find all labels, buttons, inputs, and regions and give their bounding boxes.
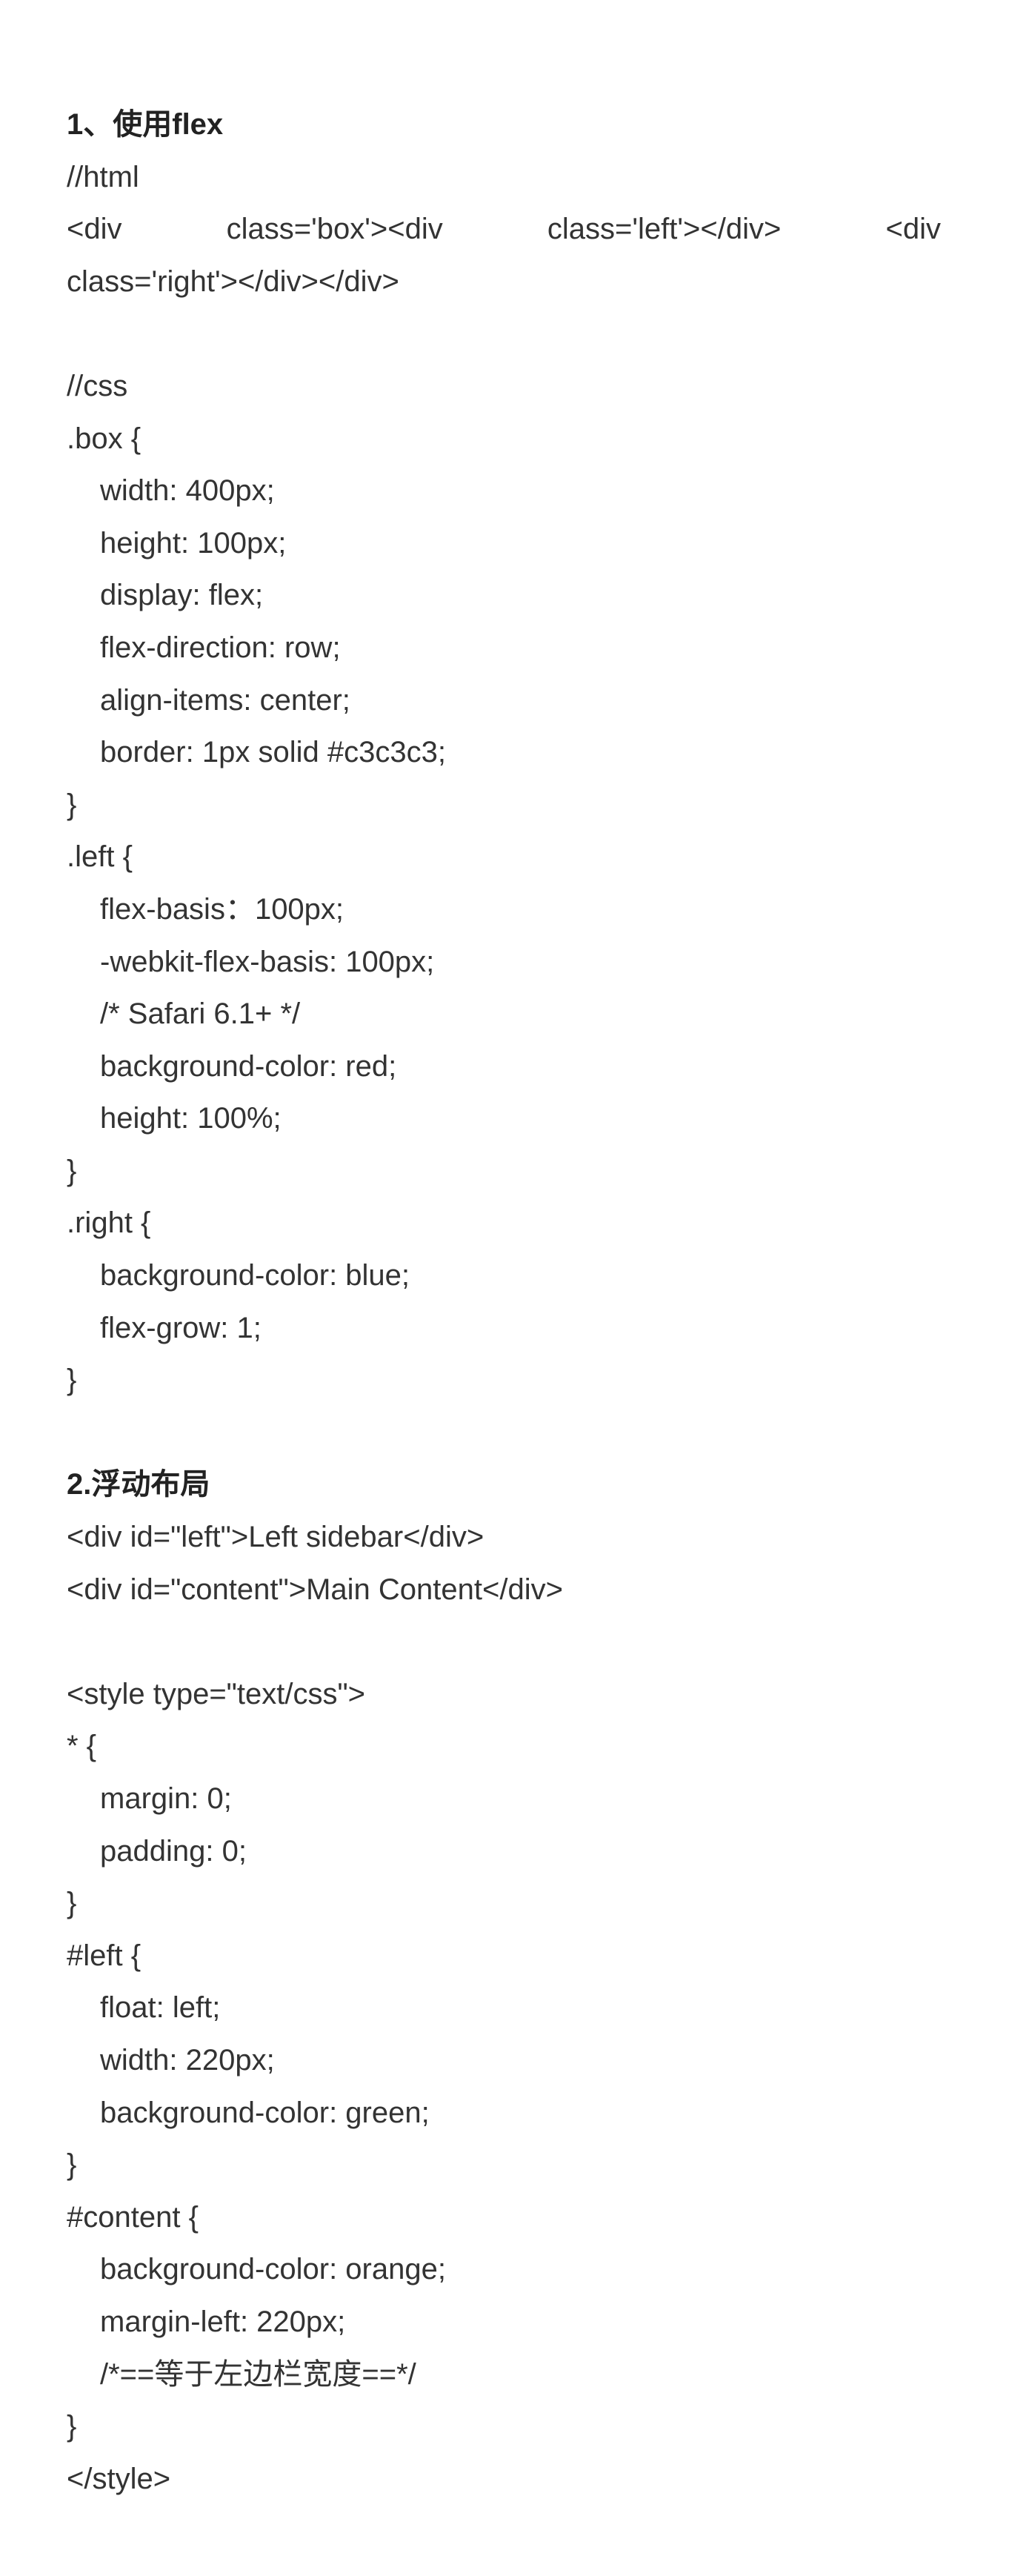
section-1-heading: 1、使用flex	[67, 108, 224, 141]
html-code-line-1: <div class='box'><div class='left'></div…	[67, 203, 941, 256]
html-code-line: <div id="left">Left sidebar</div>	[67, 1521, 484, 1554]
css-declaration: background-color: red;	[100, 1049, 397, 1083]
style-tag-open: <style type="text/css">	[67, 1677, 366, 1710]
css-comment-line: /*==等于左边栏宽度==*/	[100, 2357, 416, 2391]
css-declaration: width: 220px;	[100, 2043, 275, 2077]
css-declaration: background-color: blue;	[100, 1259, 410, 1292]
css-rule-close: }	[67, 1364, 77, 1397]
css-declaration: background-color: green;	[100, 2096, 430, 2129]
css-declaration: align-items: center;	[100, 683, 350, 717]
css-rule-close: }	[67, 2148, 77, 2182]
html-code-line: <div id="content">Main Content</div>	[67, 1573, 563, 1606]
css-declaration: flex-basis：100px;	[100, 892, 344, 926]
css-declaration: float: left;	[100, 1991, 221, 2025]
css-rule-open: * {	[67, 1730, 97, 1763]
html-code-line-2: class='right'></div></div>	[67, 265, 399, 298]
css-declaration: display: flex;	[100, 579, 264, 612]
css-declaration: -webkit-flex-basis: 100px;	[100, 945, 435, 978]
article-body: 1、使用flex //html <div class='box'><div cl…	[0, 0, 956, 2505]
html-comment: //html	[67, 160, 139, 193]
html-token: <div	[885, 213, 941, 246]
css-rule-open: .left {	[67, 840, 133, 874]
style-tag-close: </style>	[67, 2462, 171, 2495]
html-token: class='box'><div	[226, 213, 443, 246]
css-comment: //css	[67, 369, 128, 402]
css-rule-open: .right {	[67, 1206, 151, 1240]
css-declaration: width: 400px;	[100, 474, 275, 508]
css-declaration: height: 100%;	[100, 1102, 282, 1135]
css-rule-open: .box {	[67, 422, 141, 455]
css-declaration: background-color: orange;	[100, 2253, 446, 2286]
css-declaration: border: 1px solid #c3c3c3;	[100, 736, 446, 769]
css-rule-close: }	[67, 1887, 77, 1920]
css-declaration: margin-left: 220px;	[100, 2305, 346, 2338]
css-declaration: flex-grow: 1;	[100, 1311, 262, 1344]
css-rule-close: }	[67, 2410, 77, 2443]
section-2-heading: 2.浮动布局	[67, 1468, 210, 1501]
css-declaration: margin: 0;	[100, 1782, 232, 1815]
html-token: <div	[67, 213, 122, 246]
css-declaration: padding: 0;	[100, 1834, 247, 1868]
css-comment-line: /* Safari 6.1+ */	[100, 997, 301, 1031]
css-declaration: flex-direction: row;	[100, 631, 341, 664]
css-declaration: height: 100px;	[100, 526, 287, 560]
css-rule-close: }	[67, 1154, 77, 1187]
css-rule-open: #left {	[67, 1939, 141, 1972]
css-rule-open: #content {	[67, 2200, 199, 2234]
html-token: class='left'></div>	[547, 213, 782, 246]
css-rule-close: }	[67, 788, 77, 821]
